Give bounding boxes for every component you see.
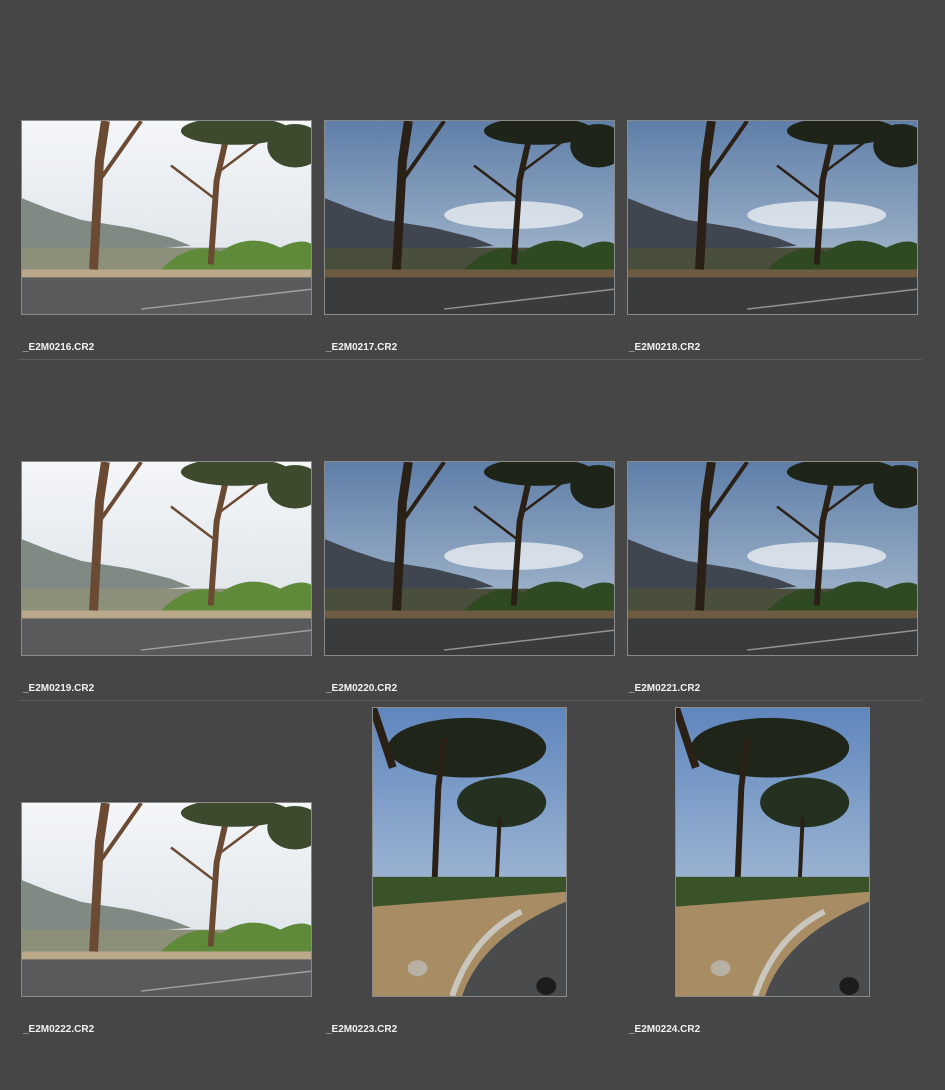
thumbnail-image[interactable]	[21, 802, 312, 997]
thumbnail-cell[interactable]: _E2M0218.CR2	[626, 5, 926, 353]
thumbnail-image[interactable]	[627, 120, 918, 315]
thumbnail-image[interactable]	[21, 120, 312, 315]
thumbnail-image[interactable]	[324, 120, 615, 315]
thumbnail-image[interactable]	[675, 707, 870, 997]
thumbnail-cell[interactable]: _E2M0217.CR2	[323, 5, 623, 353]
thumbnail-filename: _E2M0224.CR2	[629, 1024, 701, 1035]
thumbnail-cell[interactable]: _E2M0219.CR2	[20, 346, 320, 694]
thumbnail-image[interactable]	[627, 461, 918, 656]
thumbnail-cell[interactable]: _E2M0216.CR2	[20, 5, 320, 353]
thumbnail-image[interactable]	[324, 461, 615, 656]
thumbnail-cell[interactable]: _E2M0224.CR2	[626, 687, 926, 1035]
thumbnail-cell[interactable]: _E2M0220.CR2	[323, 346, 623, 694]
thumbnail-image[interactable]	[21, 461, 312, 656]
thumbnail-filename: _E2M0223.CR2	[326, 1024, 398, 1035]
thumbnail-cell[interactable]: _E2M0221.CR2	[626, 346, 926, 694]
thumbnail-grid: _E2M0216.CR2 _E2M0217.CR2 _E2M0218.CR2 _…	[0, 0, 945, 1090]
thumbnail-image[interactable]	[372, 707, 567, 997]
thumbnail-filename: _E2M0222.CR2	[23, 1024, 95, 1035]
thumbnail-cell[interactable]: _E2M0222.CR2	[20, 687, 320, 1035]
thumbnail-cell[interactable]: _E2M0223.CR2	[323, 687, 623, 1035]
